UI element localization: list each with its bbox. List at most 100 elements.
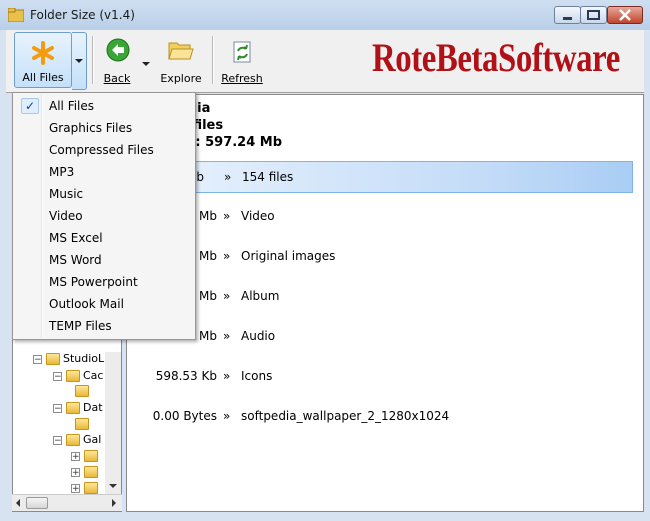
folder-icon (83, 482, 98, 494)
item-separator: » (223, 369, 231, 383)
item-separator: » (224, 170, 232, 184)
menu-item-video[interactable]: Video (15, 205, 193, 227)
menu-item-label: Music (49, 187, 84, 201)
tree-horizontal-scrollbar[interactable] (12, 494, 122, 511)
checkmark-icon: ✓ (21, 98, 39, 114)
all-files-dropdown-button[interactable] (72, 32, 87, 90)
list-item[interactable]: 598.53 Kb » Icons (127, 361, 643, 391)
folder-icon (83, 450, 98, 462)
menu-item-label: Compressed Files (49, 143, 154, 157)
expand-icon[interactable]: + (71, 483, 80, 493)
tree-item[interactable] (75, 417, 89, 433)
refresh-icon (233, 41, 251, 63)
menu-item-ms-excel[interactable]: MS Excel (15, 227, 193, 249)
collapse-icon[interactable]: − (53, 435, 62, 445)
item-name: Album (241, 289, 280, 303)
all-files-label: All Files (22, 71, 64, 84)
item-separator: » (223, 329, 231, 343)
tree-item-label: Cac (83, 369, 104, 382)
tree-item[interactable]: − Cac (53, 369, 103, 385)
tree-item[interactable]: − Gal (53, 433, 101, 449)
menu-item-label: All Files (49, 99, 95, 113)
chevron-down-icon (142, 62, 150, 66)
collapse-icon[interactable]: − (53, 403, 62, 413)
brand-logo: RoteBetaSoftware (372, 35, 620, 80)
menu-item-graphics-files[interactable]: Graphics Files (15, 117, 193, 139)
close-button[interactable] (607, 6, 643, 24)
menu-item-all-files[interactable]: ✓ All Files (15, 95, 193, 117)
item-separator: » (223, 209, 231, 223)
collapse-icon[interactable]: − (53, 371, 62, 381)
expand-icon[interactable]: + (71, 451, 80, 461)
scroll-thumb[interactable] (26, 497, 48, 509)
toolbar-separator (212, 36, 214, 84)
menu-item-mp3[interactable]: MP3 (15, 161, 193, 183)
item-size: 0.00 Bytes (152, 409, 217, 423)
refresh-button[interactable]: Refresh (220, 32, 264, 88)
tree-item[interactable]: + (71, 465, 98, 481)
explore-label: Explore (160, 72, 202, 85)
item-name: 154 files (242, 170, 294, 184)
menu-item-label: TEMP Files (49, 319, 112, 333)
menu-item-outlook-mail[interactable]: Outlook Mail (15, 293, 193, 315)
folder-icon (83, 466, 98, 478)
menu-item-compressed-files[interactable]: Compressed Files (15, 139, 193, 161)
back-label: Back (103, 72, 131, 85)
all-files-button[interactable]: All Files (14, 32, 72, 88)
tree-item[interactable]: − Dat (53, 401, 103, 417)
toolbar-separator (92, 36, 94, 84)
explore-button[interactable]: Explore (156, 32, 206, 88)
maximize-button[interactable] (580, 6, 607, 24)
tree-item[interactable]: + (71, 449, 98, 465)
tree-vertical-scrollbar[interactable] (105, 352, 121, 494)
back-button[interactable]: Back (98, 32, 136, 88)
item-separator: » (223, 289, 231, 303)
folder-icon (65, 370, 80, 382)
menu-item-label: MS Excel (49, 231, 103, 245)
item-separator: » (223, 409, 231, 423)
asterisk-icon (32, 41, 54, 65)
minimize-button[interactable] (554, 6, 581, 24)
folder-icon (75, 385, 89, 397)
collapse-icon[interactable]: − (33, 354, 42, 364)
tree-item-label: Gal (83, 433, 102, 446)
item-name: Video (241, 209, 275, 223)
item-name: softpedia_wallpaper_2_1280x1024 (241, 409, 450, 423)
app-folder-icon (7, 7, 25, 23)
refresh-label: Refresh (221, 72, 263, 85)
folder-icon (45, 353, 60, 365)
menu-item-label: Outlook Mail (49, 297, 124, 311)
expand-icon[interactable]: + (71, 467, 80, 477)
item-size: 598.53 Kb (155, 369, 217, 383)
menu-item-ms-powerpoint[interactable]: MS Powerpoint (15, 271, 193, 293)
scroll-left-icon[interactable] (15, 499, 21, 507)
list-item[interactable]: 5 Mb » Original images (127, 241, 643, 271)
close-icon (619, 9, 631, 21)
scroll-right-icon[interactable] (111, 499, 117, 507)
folder-details: edia ll files ze: 597.24 Mb 0 Mb » 154 f… (126, 94, 644, 512)
menu-item-label: Video (49, 209, 83, 223)
tree-item[interactable]: − StudioL (33, 352, 104, 368)
file-filter-menu: ✓ All Files Graphics Files Compressed Fi… (12, 92, 196, 340)
back-dropdown-button[interactable] (142, 56, 152, 66)
list-item[interactable]: 0 Mb » 154 files (127, 161, 633, 193)
tree-item-label: Dat (83, 401, 103, 414)
list-item[interactable]: 5 Mb » Video (127, 201, 643, 231)
menu-item-temp-files[interactable]: TEMP Files (15, 315, 193, 337)
tree-item[interactable] (75, 384, 89, 400)
item-separator: » (223, 249, 231, 263)
list-item[interactable]: 2.54 Mb » Audio (127, 321, 643, 351)
list-item[interactable]: 0.00 Bytes » softpedia_wallpaper_2_1280x… (127, 401, 643, 431)
folder-icon (65, 402, 80, 414)
menu-item-music[interactable]: Music (15, 183, 193, 205)
menu-item-label: Graphics Files (49, 121, 133, 135)
scroll-down-icon[interactable] (109, 484, 117, 489)
item-name: Audio (241, 329, 276, 343)
tree-item-label: StudioL (63, 352, 105, 365)
menu-item-label: MS Powerpoint (49, 275, 138, 289)
back-arrow-icon (106, 38, 130, 62)
open-folder-icon (168, 42, 194, 60)
item-name: Original images (241, 249, 336, 263)
list-item[interactable]: Mb » Album (127, 281, 643, 311)
menu-item-ms-word[interactable]: MS Word (15, 249, 193, 271)
